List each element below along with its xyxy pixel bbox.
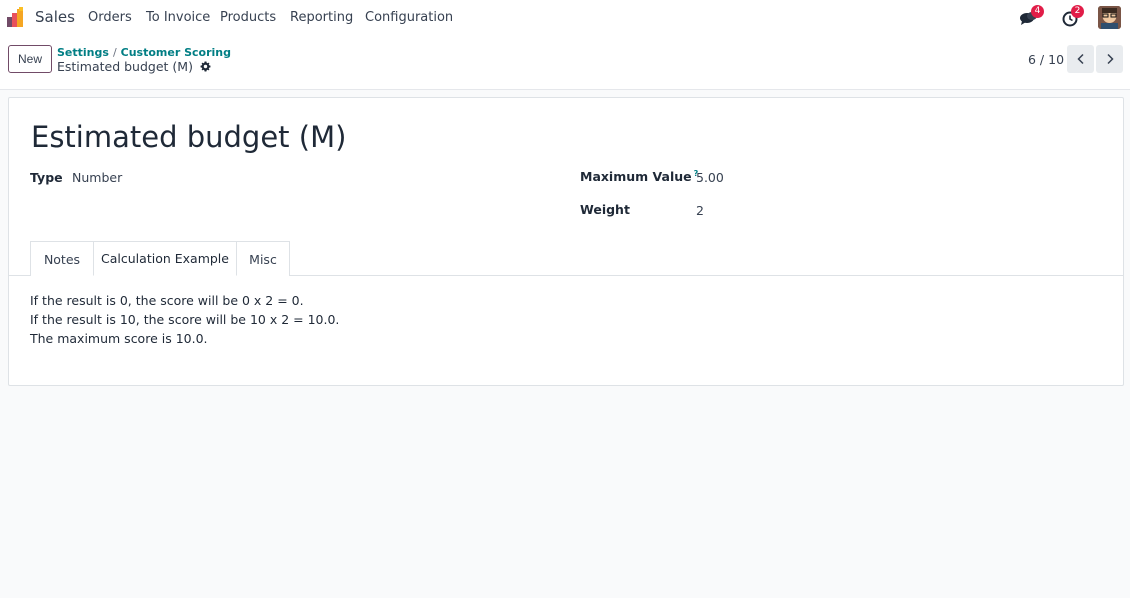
breadcrumb-current-record: Estimated budget (M): [57, 59, 211, 74]
breadcrumb-separator: /: [112, 46, 117, 59]
menu-configuration[interactable]: Configuration: [365, 10, 453, 25]
max-value-label: Maximum Value?: [580, 169, 698, 184]
breadcrumb: Settings / Customer Scoring: [57, 46, 231, 59]
max-value-label-text: Maximum Value: [580, 169, 692, 185]
menu-to-invoice[interactable]: To Invoice: [146, 10, 210, 25]
current-record-name: Estimated budget (M): [57, 59, 193, 74]
weight-field[interactable]: 2: [696, 203, 704, 218]
new-button[interactable]: New: [8, 45, 52, 73]
chevron-left-icon: [1076, 53, 1084, 65]
breadcrumb-settings[interactable]: Settings: [57, 46, 109, 59]
messages-button[interactable]: 4: [1019, 5, 1044, 28]
type-label: Type: [30, 170, 63, 185]
max-value-field[interactable]: 5.00: [696, 170, 724, 185]
control-panel: New Settings / Customer Scoring Estimated …: [0, 36, 1130, 90]
app-name[interactable]: Sales: [35, 8, 75, 26]
user-avatar[interactable]: [1098, 6, 1121, 29]
activities-badge: 2: [1071, 5, 1084, 18]
record-title[interactable]: Estimated budget (M): [31, 120, 346, 154]
top-navbar: Sales Orders To Invoice Products Reporti…: [0, 0, 1130, 36]
breadcrumb-customer-scoring[interactable]: Customer Scoring: [121, 46, 231, 59]
weight-label: Weight: [580, 202, 630, 217]
calculation-line: The maximum score is 10.0.: [30, 331, 208, 346]
pager-previous-button[interactable]: [1067, 45, 1094, 73]
menu-orders[interactable]: Orders: [88, 10, 132, 25]
tab-misc[interactable]: Misc: [236, 241, 290, 276]
calculation-line: If the result is 0, the score will be 0 …: [30, 293, 304, 308]
tab-calculation-example[interactable]: Calculation Example: [93, 241, 237, 276]
sales-app-icon[interactable]: [7, 7, 27, 27]
form-sheet: Estimated budget (M) Type Number Maximum…: [8, 97, 1124, 386]
calculation-example-content: If the result is 0, the score will be 0 …: [30, 291, 339, 348]
chevron-right-icon: [1106, 53, 1114, 65]
menu-reporting[interactable]: Reporting: [290, 10, 353, 25]
type-field[interactable]: Number: [72, 170, 122, 185]
messages-badge: 4: [1031, 5, 1044, 18]
gear-icon[interactable]: [200, 61, 211, 72]
calculation-line: If the result is 10, the score will be 1…: [30, 312, 340, 327]
menu-products[interactable]: Products: [220, 10, 276, 25]
pager-next-button[interactable]: [1096, 45, 1123, 73]
tab-notes[interactable]: Notes: [30, 241, 94, 276]
avatar-image: [1098, 6, 1121, 29]
pager-value[interactable]: 6 / 10: [1028, 52, 1064, 67]
activities-button[interactable]: 2: [1061, 5, 1084, 28]
